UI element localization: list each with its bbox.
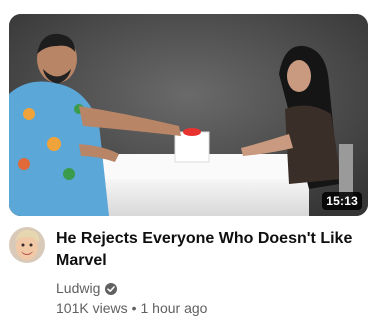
view-count: 101K views	[56, 300, 128, 316]
video-meta: He Rejects Everyone Who Doesn't Like Mar…	[56, 228, 366, 318]
upload-age: 1 hour ago	[140, 300, 208, 316]
thumbnail-image	[9, 14, 368, 216]
video-thumbnail[interactable]: 15:13	[9, 14, 368, 216]
separator-dot: •	[131, 300, 137, 316]
verified-check-icon	[104, 281, 118, 295]
duration-badge: 15:13	[322, 192, 362, 210]
video-title[interactable]: He Rejects Everyone Who Doesn't Like Mar…	[56, 228, 366, 272]
avatar-image	[9, 227, 45, 263]
video-card: 15:13 He Rejects Everyone Who Doesn't Li…	[0, 0, 381, 322]
channel-name[interactable]: Ludwig	[56, 278, 100, 298]
channel-row[interactable]: Ludwig	[56, 278, 366, 298]
channel-avatar[interactable]	[9, 227, 45, 263]
video-stats: 101K views • 1 hour ago	[56, 298, 366, 318]
